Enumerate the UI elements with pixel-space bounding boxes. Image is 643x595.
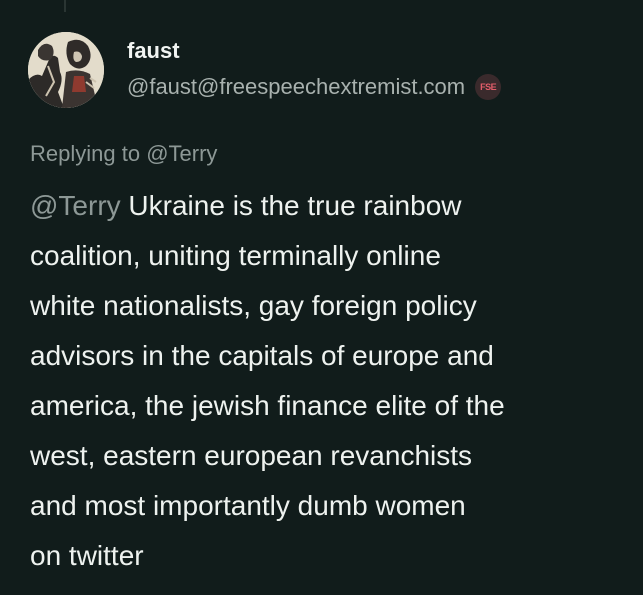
instance-badge-icon: FSE (475, 74, 502, 100)
mention-link[interactable]: @Terry (30, 190, 121, 221)
content-line: on twitter (30, 540, 144, 571)
author-handle-row: @faust@freespeechextremist.com FSE (127, 74, 502, 100)
content-text: Ukraine is the true rainbow (120, 190, 462, 221)
content-line: advisors in the capitals of europe and (30, 340, 494, 371)
post: faust @faust@freespeechextremist.com FSE… (0, 0, 643, 595)
content-line: white nationalists, gay foreign policy (30, 290, 477, 321)
woodcut-portrait-icon (28, 32, 104, 108)
content-line: and most importantly dumb women (30, 490, 466, 521)
author-display-name[interactable]: faust (127, 38, 180, 64)
reply-context: Replying to @Terry (30, 141, 217, 167)
author-avatar[interactable] (28, 32, 104, 108)
content-line: west, eastern european revanchists (30, 440, 473, 471)
content-line: america, the jewish finance elite of the (30, 390, 505, 421)
reply-prefix: Replying to (30, 141, 147, 166)
reply-target-link[interactable]: @Terry (146, 141, 217, 166)
post-content: @Terry Ukraine is the true rainbow coali… (30, 181, 630, 581)
author-handle[interactable]: @faust@freespeechextremist.com (127, 74, 465, 100)
content-line: coalition, uniting terminally online (30, 240, 441, 271)
content-line: @Terry Ukraine is the true rainbow (30, 181, 630, 231)
